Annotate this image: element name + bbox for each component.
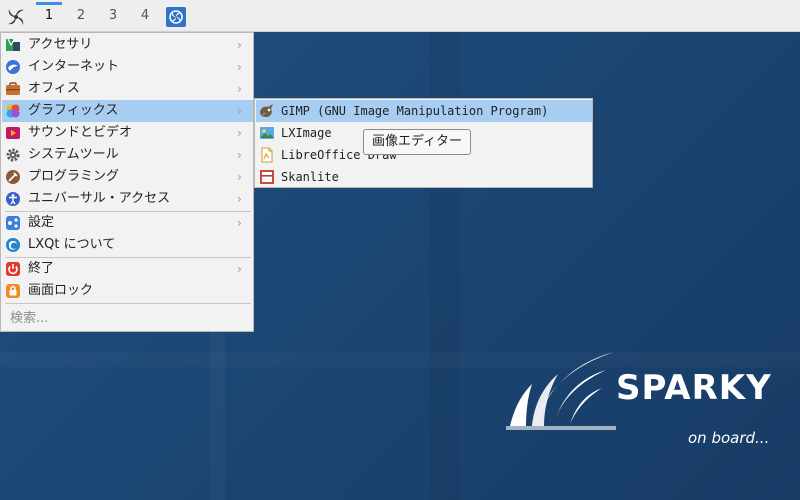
desktop-switch-4[interactable]: 4 xyxy=(130,2,160,30)
menu-item-label: システムツール xyxy=(28,147,119,162)
application-menu: アクセサリ › インターネット › オフィス › グラフィックス › サウンドと… xyxy=(0,32,254,332)
submenu-arrow-icon: › xyxy=(237,216,242,230)
menu-item-label: LXQt について xyxy=(28,237,116,252)
main-menu-button[interactable] xyxy=(4,5,28,29)
menu-item-leave[interactable]: 終了 › xyxy=(2,258,253,280)
submenu-item-label: LXImage xyxy=(281,126,332,140)
submenu-item-gimp[interactable]: GIMP (GNU Image Manipulation Program) xyxy=(256,100,592,122)
menu-item-label: オフィス xyxy=(28,81,80,96)
office-icon xyxy=(6,82,20,95)
internet-icon xyxy=(6,60,20,74)
submenu-item-label: GIMP (GNU Image Manipulation Program) xyxy=(281,104,549,118)
desktop-switch-1[interactable]: 1 xyxy=(34,2,64,30)
menu-item-multimedia[interactable]: サウンドとビデオ › xyxy=(2,122,253,144)
menu-item-label: 設定 xyxy=(28,215,55,230)
top-panel: 1 2 3 4 xyxy=(0,0,800,32)
menu-item-label: インターネット xyxy=(28,59,120,74)
multimedia-icon xyxy=(6,127,20,139)
power-icon xyxy=(6,262,20,276)
menu-item-lock-screen[interactable]: 画面ロック xyxy=(2,280,253,302)
image-viewer-icon xyxy=(260,127,274,139)
submenu-item-label: Skanlite xyxy=(281,170,339,184)
menu-item-about-lxqt[interactable]: LXQt について xyxy=(2,234,253,256)
sparky-logo-wordmark: SPARKY xyxy=(616,368,772,408)
universal-access-icon xyxy=(6,192,20,206)
submenu-arrow-icon: › xyxy=(237,82,242,96)
menu-separator xyxy=(5,303,251,304)
settings-icon xyxy=(6,216,20,230)
libreoffice-draw-icon xyxy=(261,147,273,163)
scanner-icon xyxy=(260,170,274,184)
desktop-switch-2[interactable]: 2 xyxy=(66,2,96,30)
menu-item-system-tools[interactable]: システムツール › xyxy=(2,144,253,166)
submenu-arrow-icon: › xyxy=(237,148,242,162)
sparky-logo-icon xyxy=(506,352,616,430)
menu-item-label: ユニバーサル・アクセス xyxy=(28,191,171,206)
menu-item-label: プログラミング xyxy=(28,169,120,184)
lock-icon xyxy=(6,284,20,298)
submenu-arrow-icon: › xyxy=(237,262,242,276)
submenu-arrow-icon: › xyxy=(237,192,242,206)
gimp-icon xyxy=(260,104,273,117)
submenu-item-skanlite[interactable]: Skanlite xyxy=(256,166,592,188)
menu-item-label: アクセサリ xyxy=(28,37,93,52)
menu-item-label: 終了 xyxy=(28,261,55,276)
menu-item-office[interactable]: オフィス › xyxy=(2,78,253,100)
system-tools-icon xyxy=(6,148,20,162)
submenu-arrow-icon: › xyxy=(237,60,242,74)
submenu-arrow-icon: › xyxy=(237,38,242,52)
menu-item-graphics[interactable]: グラフィックス › xyxy=(2,100,253,122)
lxqt-about-icon xyxy=(6,238,20,252)
submenu-arrow-icon: › xyxy=(237,170,242,184)
accessories-icon xyxy=(6,38,20,51)
menu-item-programming[interactable]: プログラミング › xyxy=(2,166,253,188)
menu-item-label: グラフィックス xyxy=(28,103,119,118)
sparky-logo-tagline: on board... xyxy=(688,429,770,447)
taskbar-app-button[interactable] xyxy=(166,7,186,27)
menu-item-label: 画面ロック xyxy=(28,283,94,298)
submenu-arrow-icon: › xyxy=(237,104,242,118)
sparky-menu-icon xyxy=(8,9,24,25)
menu-item-internet[interactable]: インターネット › xyxy=(2,56,253,78)
desktop-switch-3[interactable]: 3 xyxy=(98,2,128,30)
menu-item-universal-access[interactable]: ユニバーサル・アクセス › xyxy=(2,188,253,210)
graphics-icon xyxy=(6,104,20,118)
menu-item-label: サウンドとビデオ xyxy=(28,125,133,140)
tooltip: 画像エディター xyxy=(363,129,471,155)
programming-icon xyxy=(6,170,20,184)
menu-item-accessories[interactable]: アクセサリ › xyxy=(2,34,253,56)
menu-search-input[interactable] xyxy=(2,307,253,329)
sparky-task-icon xyxy=(169,10,183,24)
submenu-arrow-icon: › xyxy=(237,126,242,140)
menu-item-settings[interactable]: 設定 › xyxy=(2,212,253,234)
